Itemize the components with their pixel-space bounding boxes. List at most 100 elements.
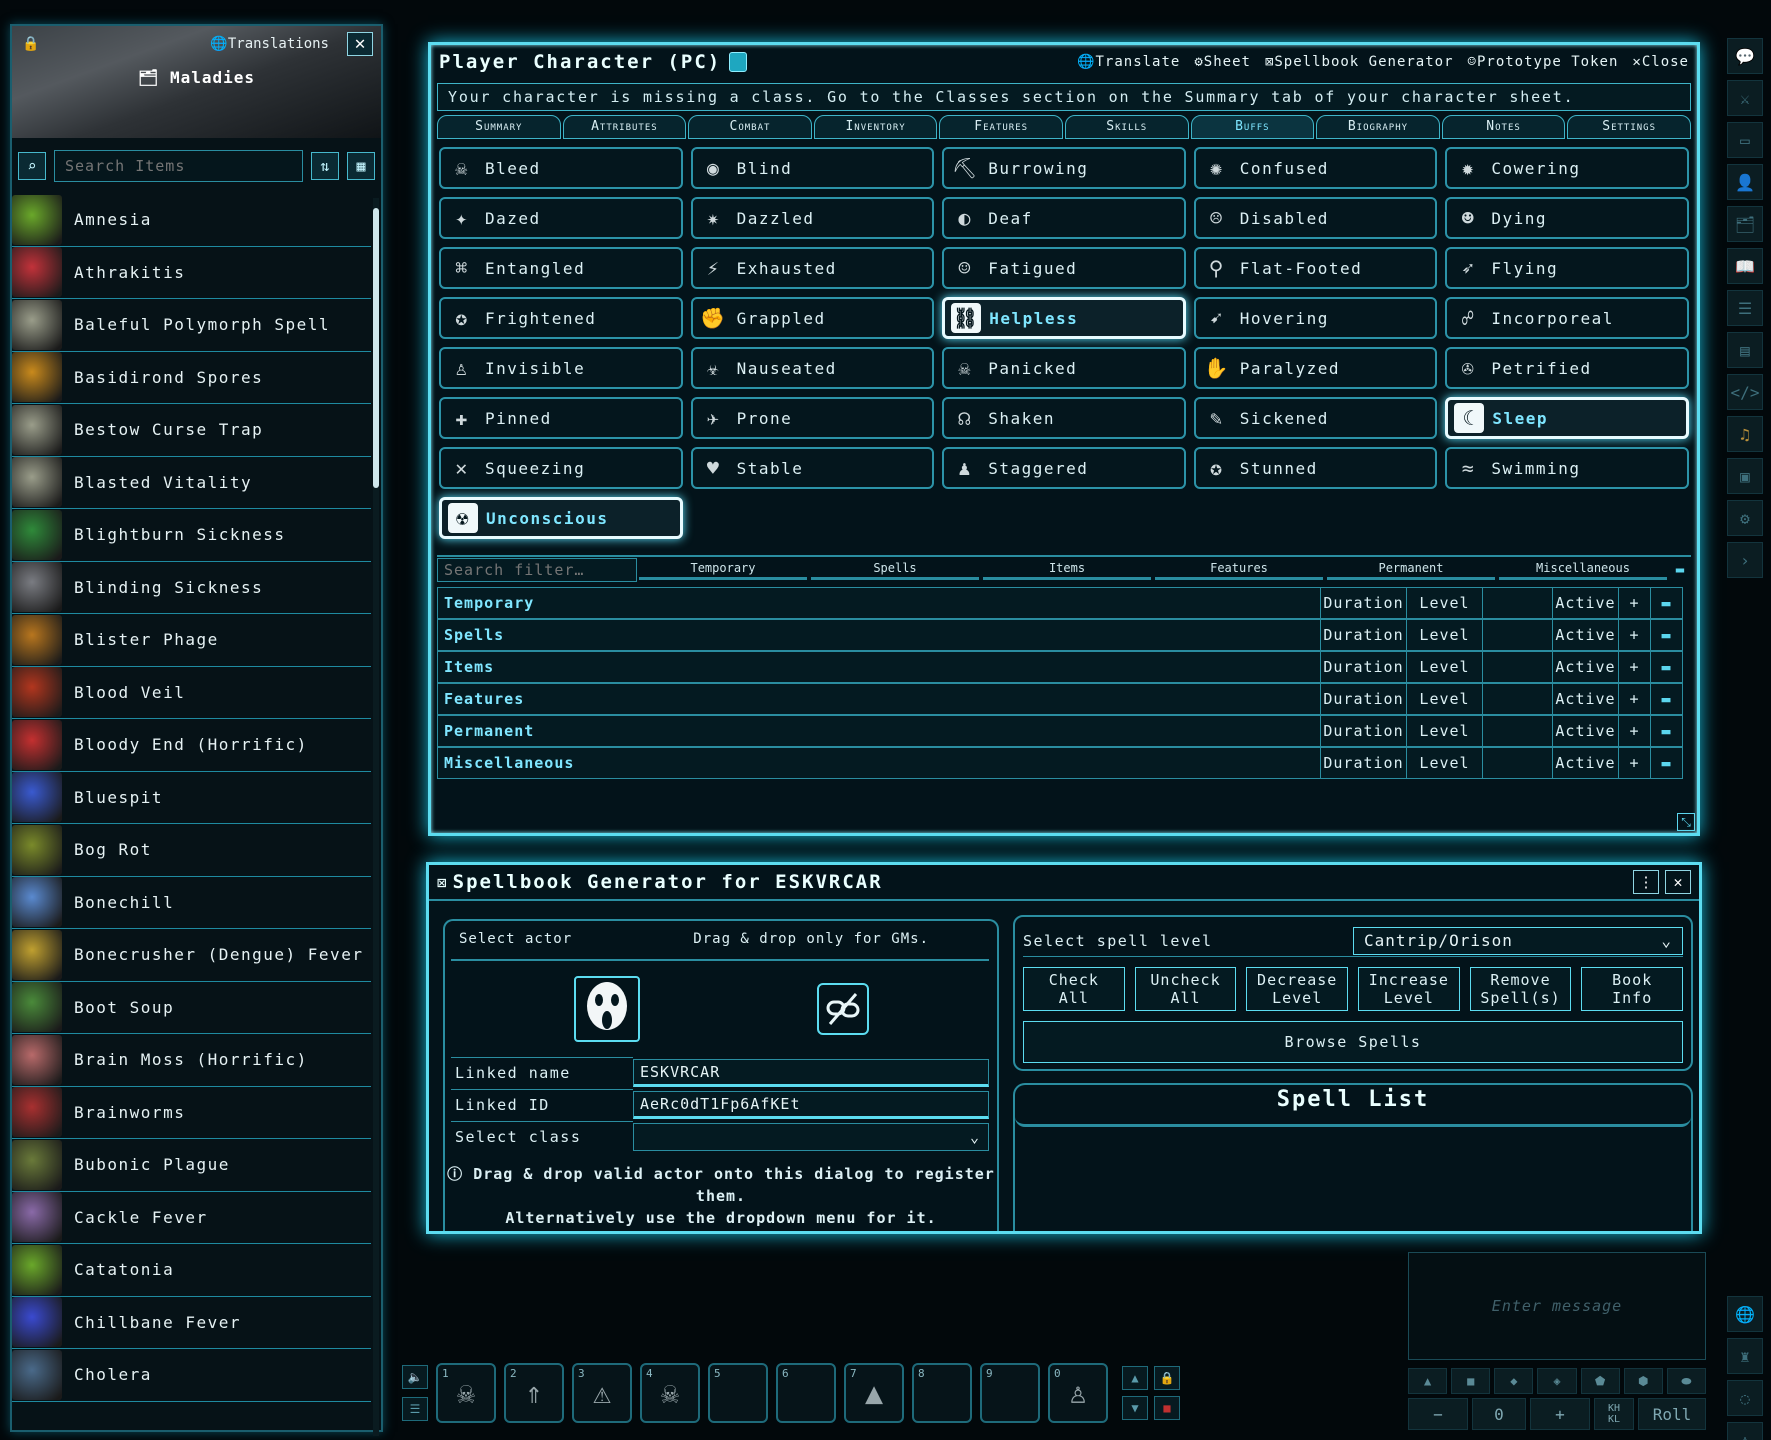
condition-invisible[interactable]: ♙ Invisible (439, 347, 683, 389)
buff-category-name[interactable]: Features (438, 690, 1320, 708)
list-item[interactable]: Blood Veil (12, 667, 371, 719)
condition-shaken[interactable]: ☊ Shaken (942, 397, 1186, 439)
condition-pinned[interactable]: ✚ Pinned (439, 397, 683, 439)
create-folder-icon[interactable]: ▬ (1650, 588, 1682, 618)
add-buff-button[interactable]: + (1618, 684, 1650, 714)
condition-fatigued[interactable]: ☺ Fatigued (942, 247, 1186, 289)
tables-icon[interactable]: ☰ (1727, 290, 1763, 326)
condition-frightened[interactable]: ✪ Frightened (439, 297, 683, 339)
menu-icon[interactable]: ☰ (402, 1397, 428, 1421)
pc-titlebar[interactable]: Player Character (PC) 🌐Translate ⚙Sheet … (431, 45, 1697, 79)
buff-category-name[interactable]: Permanent (438, 722, 1320, 740)
tab-attributes[interactable]: Attributes (562, 115, 687, 139)
tab-summary[interactable]: Summary (437, 115, 561, 139)
add-buff-button[interactable]: + (1618, 716, 1650, 746)
sheet-button[interactable]: ⚙Sheet (1194, 54, 1251, 70)
uncheck-allbutton[interactable]: Uncheck All (1134, 967, 1237, 1011)
filter-tab-features[interactable]: Features (1155, 561, 1323, 580)
create-folder-icon[interactable]: ▬ (1650, 748, 1682, 778)
list-item[interactable]: Amnesia (12, 194, 371, 247)
spellbook-generator-button[interactable]: ⊠Spellbook Generator (1265, 54, 1454, 70)
create-folder-icon[interactable]: ▬ (1650, 716, 1682, 746)
condition-incorporeal[interactable]: ☍ Incorporeal (1445, 297, 1689, 339)
condition-helpless[interactable]: ⛓ Helpless (942, 297, 1186, 339)
buff-category-name[interactable]: Miscellaneous (438, 754, 1320, 772)
more-options-icon[interactable]: ⋮ (1633, 870, 1659, 894)
d20-icon[interactable]: ⬢ (1623, 1368, 1663, 1394)
check-allbutton[interactable]: Check All (1023, 967, 1125, 1011)
condition-cowering[interactable]: ✹ Cowering (1445, 147, 1689, 189)
hotbar-slot[interactable]: 3 ⚠ (572, 1363, 632, 1423)
clear-icon[interactable]: ■ (1154, 1396, 1180, 1420)
list-item[interactable]: Bluespit (12, 772, 371, 824)
create-folder-icon[interactable]: ▬ (1650, 652, 1682, 682)
scrollbar[interactable] (373, 198, 379, 1436)
d4-icon[interactable]: ▲ (1408, 1368, 1448, 1394)
add-buff-button[interactable]: + (1618, 652, 1650, 682)
hotbar-slot[interactable]: 4 ☠ (640, 1363, 700, 1423)
spell-level-dropdown[interactable]: Cantrip/Orison ⌄ (1353, 926, 1683, 955)
actors-icon[interactable]: 👤 (1727, 164, 1763, 200)
hotbar-slot[interactable]: 5 (708, 1363, 768, 1423)
filter-tab-items[interactable]: Items (983, 561, 1151, 580)
tab-buffs[interactable]: Buffs (1190, 115, 1315, 139)
person-icon[interactable]: ♙ (1727, 1422, 1763, 1440)
filter-tab-spells[interactable]: Spells (811, 561, 979, 580)
buff-category-name[interactable]: Temporary (438, 594, 1320, 612)
condition-hovering[interactable]: ➹ Hovering (1193, 297, 1438, 339)
cards-icon[interactable]: ▤ (1727, 332, 1763, 368)
tower-icon[interactable]: ♜ (1727, 1338, 1763, 1374)
items-icon[interactable]: 🗂 (1727, 206, 1763, 242)
hotbar-slot[interactable]: 2 ⇑ (504, 1363, 564, 1423)
journal-icon[interactable]: 📖 (1727, 248, 1763, 284)
hide-icon[interactable]: ◌ (1727, 1380, 1763, 1416)
lock-icon[interactable]: 🔒 (1154, 1366, 1180, 1390)
close-icon[interactable]: ✕ (347, 32, 373, 56)
condition-staggered[interactable]: ♟ Staggered (942, 447, 1186, 489)
actor-avatar[interactable] (573, 976, 640, 1042)
lock-icon[interactable]: 🔒 (22, 36, 39, 52)
condition-disabled[interactable]: ☹ Disabled (1193, 197, 1438, 239)
list-item[interactable]: Blinding Sickness (12, 562, 371, 614)
hotbar-slot[interactable]: 9 (980, 1363, 1040, 1423)
volume-icon[interactable]: 🔈 (402, 1365, 428, 1389)
list-item[interactable]: Cackle Fever (12, 1192, 371, 1244)
condition-panicked[interactable]: ☠ Panicked (942, 347, 1186, 389)
tab-skills[interactable]: Skills (1064, 115, 1189, 139)
tab-inventory[interactable]: Inventory (813, 115, 938, 139)
hotbar-slot[interactable]: 8 (912, 1363, 972, 1423)
globe-icon[interactable]: 🌐 (1727, 1296, 1763, 1332)
list-item[interactable]: Boot Soup (12, 982, 371, 1034)
tab-combat[interactable]: Combat (688, 115, 812, 139)
hotbar-slot[interactable]: 0 ♙ (1048, 1363, 1108, 1423)
settings-icon[interactable]: ⚙ (1727, 500, 1763, 536)
macros-icon[interactable]: </> (1727, 374, 1763, 410)
condition-nauseated[interactable]: ☣ Nauseated (690, 347, 935, 389)
tab-notes[interactable]: Notes (1441, 115, 1566, 139)
list-item[interactable]: Brain Moss (Horrific) (12, 1034, 371, 1087)
increase-modifier-button[interactable]: + (1530, 1398, 1590, 1430)
condition-prone[interactable]: ✈ Prone (690, 397, 935, 439)
list-item[interactable]: Cholera (12, 1349, 371, 1402)
list-item[interactable]: Basidirond Spores (12, 352, 371, 404)
close-icon[interactable]: ✕ (1665, 870, 1691, 894)
search-icon[interactable]: ⌕ (18, 152, 46, 180)
roll-button[interactable]: Roll (1638, 1398, 1706, 1430)
browse-spells-button[interactable]: Browse Spells (1023, 1021, 1683, 1063)
add-buff-button[interactable]: + (1618, 620, 1650, 650)
create-folder-icon[interactable]: ▬ (1650, 620, 1682, 650)
keep-toggle[interactable]: KH KL (1594, 1398, 1634, 1430)
filter-tab-permanent[interactable]: Permanent (1327, 561, 1495, 580)
add-buff-button[interactable]: + (1618, 748, 1650, 778)
list-item[interactable]: Bubonic Plague (12, 1139, 371, 1192)
condition-sleep[interactable]: ☾ Sleep (1445, 397, 1689, 439)
list-item[interactable]: Bloody End (Horrific) (12, 719, 371, 772)
buff-search-input[interactable] (437, 558, 637, 582)
playlists-icon[interactable]: ♫ (1727, 416, 1763, 452)
list-item[interactable]: Bonechill (12, 877, 371, 929)
condition-blind[interactable]: ◉ Blind (690, 147, 935, 189)
add-buff-button[interactable]: + (1618, 588, 1650, 618)
sheet-mode-icon[interactable] (729, 52, 748, 72)
scrollbar-thumb[interactable] (373, 208, 379, 488)
condition-flat-footed[interactable]: ⚲ Flat-Footed (1193, 247, 1438, 289)
